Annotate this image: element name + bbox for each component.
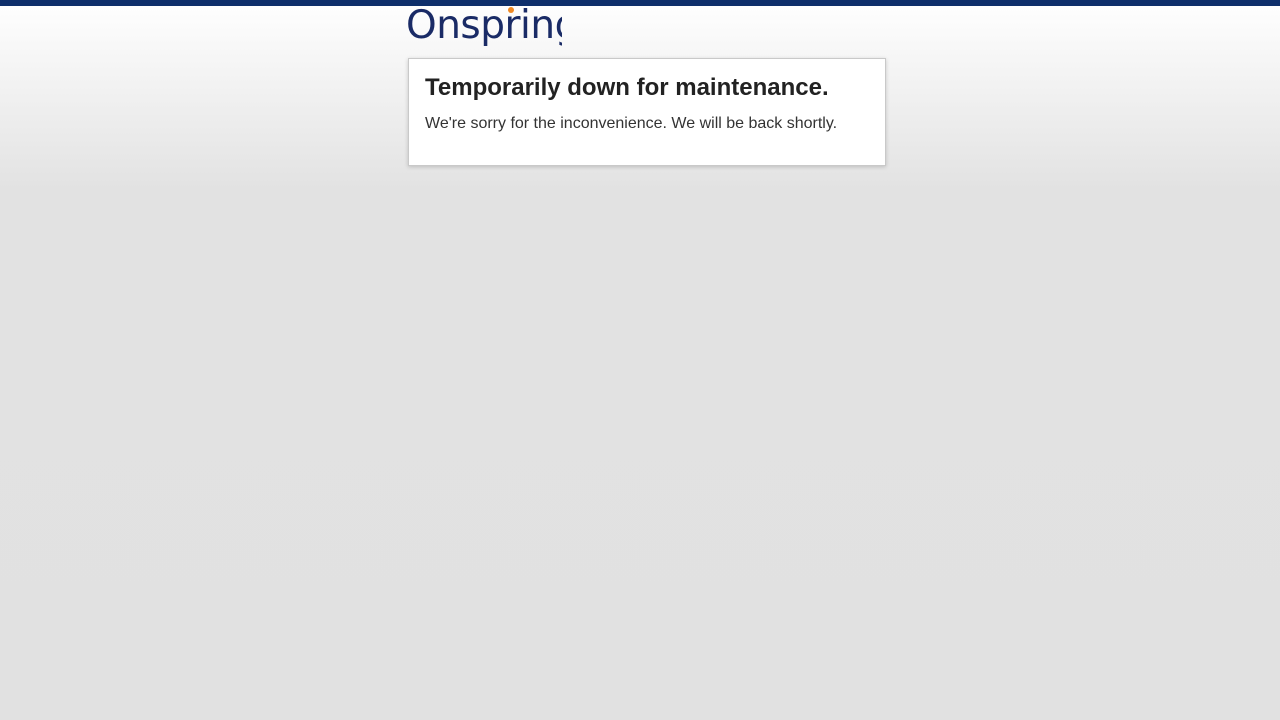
logo-orange-dot (508, 7, 514, 13)
top-accent-bar (0, 0, 1280, 6)
maintenance-card: Temporarily down for maintenance. We're … (408, 58, 886, 166)
maintenance-title: Temporarily down for maintenance. (425, 74, 829, 101)
logo-text: Onspring (406, 4, 562, 48)
logo-graphic: Onspring (406, 4, 562, 48)
onspring-logo: Onspring (406, 4, 562, 50)
maintenance-message: We're sorry for the inconvenience. We wi… (425, 115, 838, 132)
